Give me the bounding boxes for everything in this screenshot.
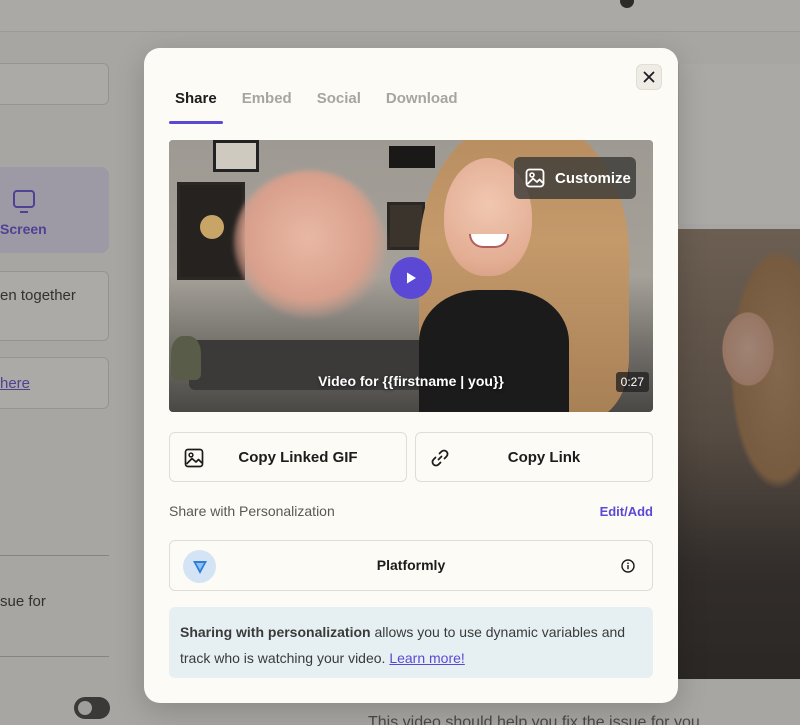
video-thumbnail[interactable]: Customize Video for {{firstname | you}} … (169, 140, 653, 412)
info-icon[interactable] (621, 559, 635, 573)
shelf (389, 146, 435, 168)
tab-embed[interactable]: Embed (236, 88, 298, 124)
integration-name: Platformly (376, 557, 446, 573)
customize-label: Customize (555, 169, 631, 187)
video-caption: Video for {{firstname | you}} (318, 373, 504, 389)
image-icon (525, 168, 545, 188)
customize-button[interactable]: Customize (514, 157, 636, 199)
notice-bold: Sharing with personalization (180, 624, 371, 640)
picture-frame (213, 140, 259, 172)
play-icon (407, 272, 416, 284)
copy-linked-gif-label: Copy Linked GIF (238, 448, 358, 466)
integration-row-platformly[interactable]: Platformly (169, 540, 653, 591)
person-torso (419, 290, 569, 412)
copy-linked-gif-button[interactable]: Copy Linked GIF (169, 432, 407, 482)
edit-add-link[interactable]: Edit/Add (600, 504, 653, 519)
close-icon (643, 71, 655, 83)
share-tabs: Share Embed Social Download (169, 88, 464, 124)
link-icon (431, 449, 449, 467)
copy-link-button[interactable]: Copy Link (415, 432, 653, 482)
personalization-title: Share with Personalization (169, 503, 335, 519)
tab-social[interactable]: Social (311, 88, 367, 124)
tab-download[interactable]: Download (380, 88, 464, 124)
copy-link-label: Copy Link (507, 448, 581, 466)
play-button[interactable] (390, 257, 432, 299)
personalization-notice: Sharing with personalization allows you … (169, 607, 653, 678)
share-modal: Share Embed Social Download Customize Vi… (144, 48, 678, 703)
video-duration: 0:27 (615, 372, 649, 392)
tab-share[interactable]: Share (169, 88, 223, 124)
close-button[interactable] (636, 64, 662, 90)
learn-more-link[interactable]: Learn more! (389, 650, 464, 666)
image-icon (184, 448, 204, 468)
